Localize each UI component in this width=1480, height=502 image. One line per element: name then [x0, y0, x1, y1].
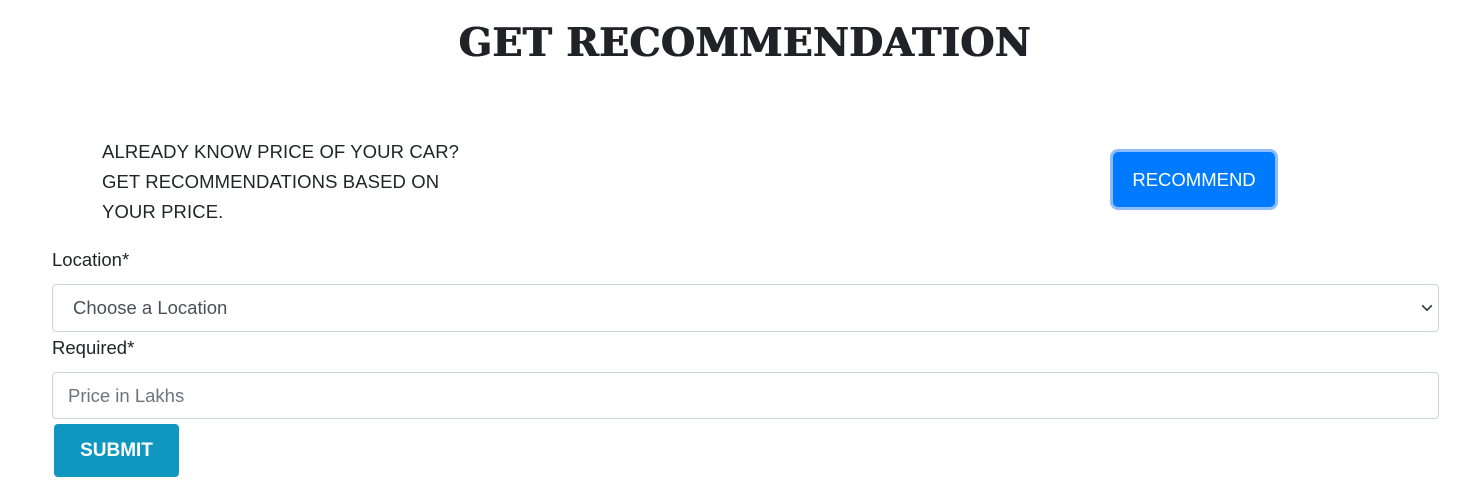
location-select[interactable]: Choose a Location: [52, 284, 1439, 332]
submit-button[interactable]: SUBMIT: [54, 424, 179, 477]
location-label: Location*: [52, 249, 130, 270]
required-label: Required*: [52, 337, 135, 358]
page-title: GET RECOMMENDATION: [458, 20, 1032, 66]
price-input[interactable]: [52, 372, 1439, 419]
intro-line-3: YOUR PRICE.: [102, 201, 224, 222]
intro-line-1: ALREADY KNOW PRICE OF YOUR CAR?: [102, 141, 460, 162]
intro-line-2: GET RECOMMENDATIONS BASED ON: [102, 171, 440, 192]
chevron-down-icon: [1421, 304, 1433, 312]
location-select-value: Choose a Location: [73, 297, 228, 318]
recommend-button[interactable]: RECOMMEND: [1113, 152, 1275, 207]
intro-text: ALREADY KNOW PRICE OF YOUR CAR? GET RECO…: [102, 137, 482, 227]
